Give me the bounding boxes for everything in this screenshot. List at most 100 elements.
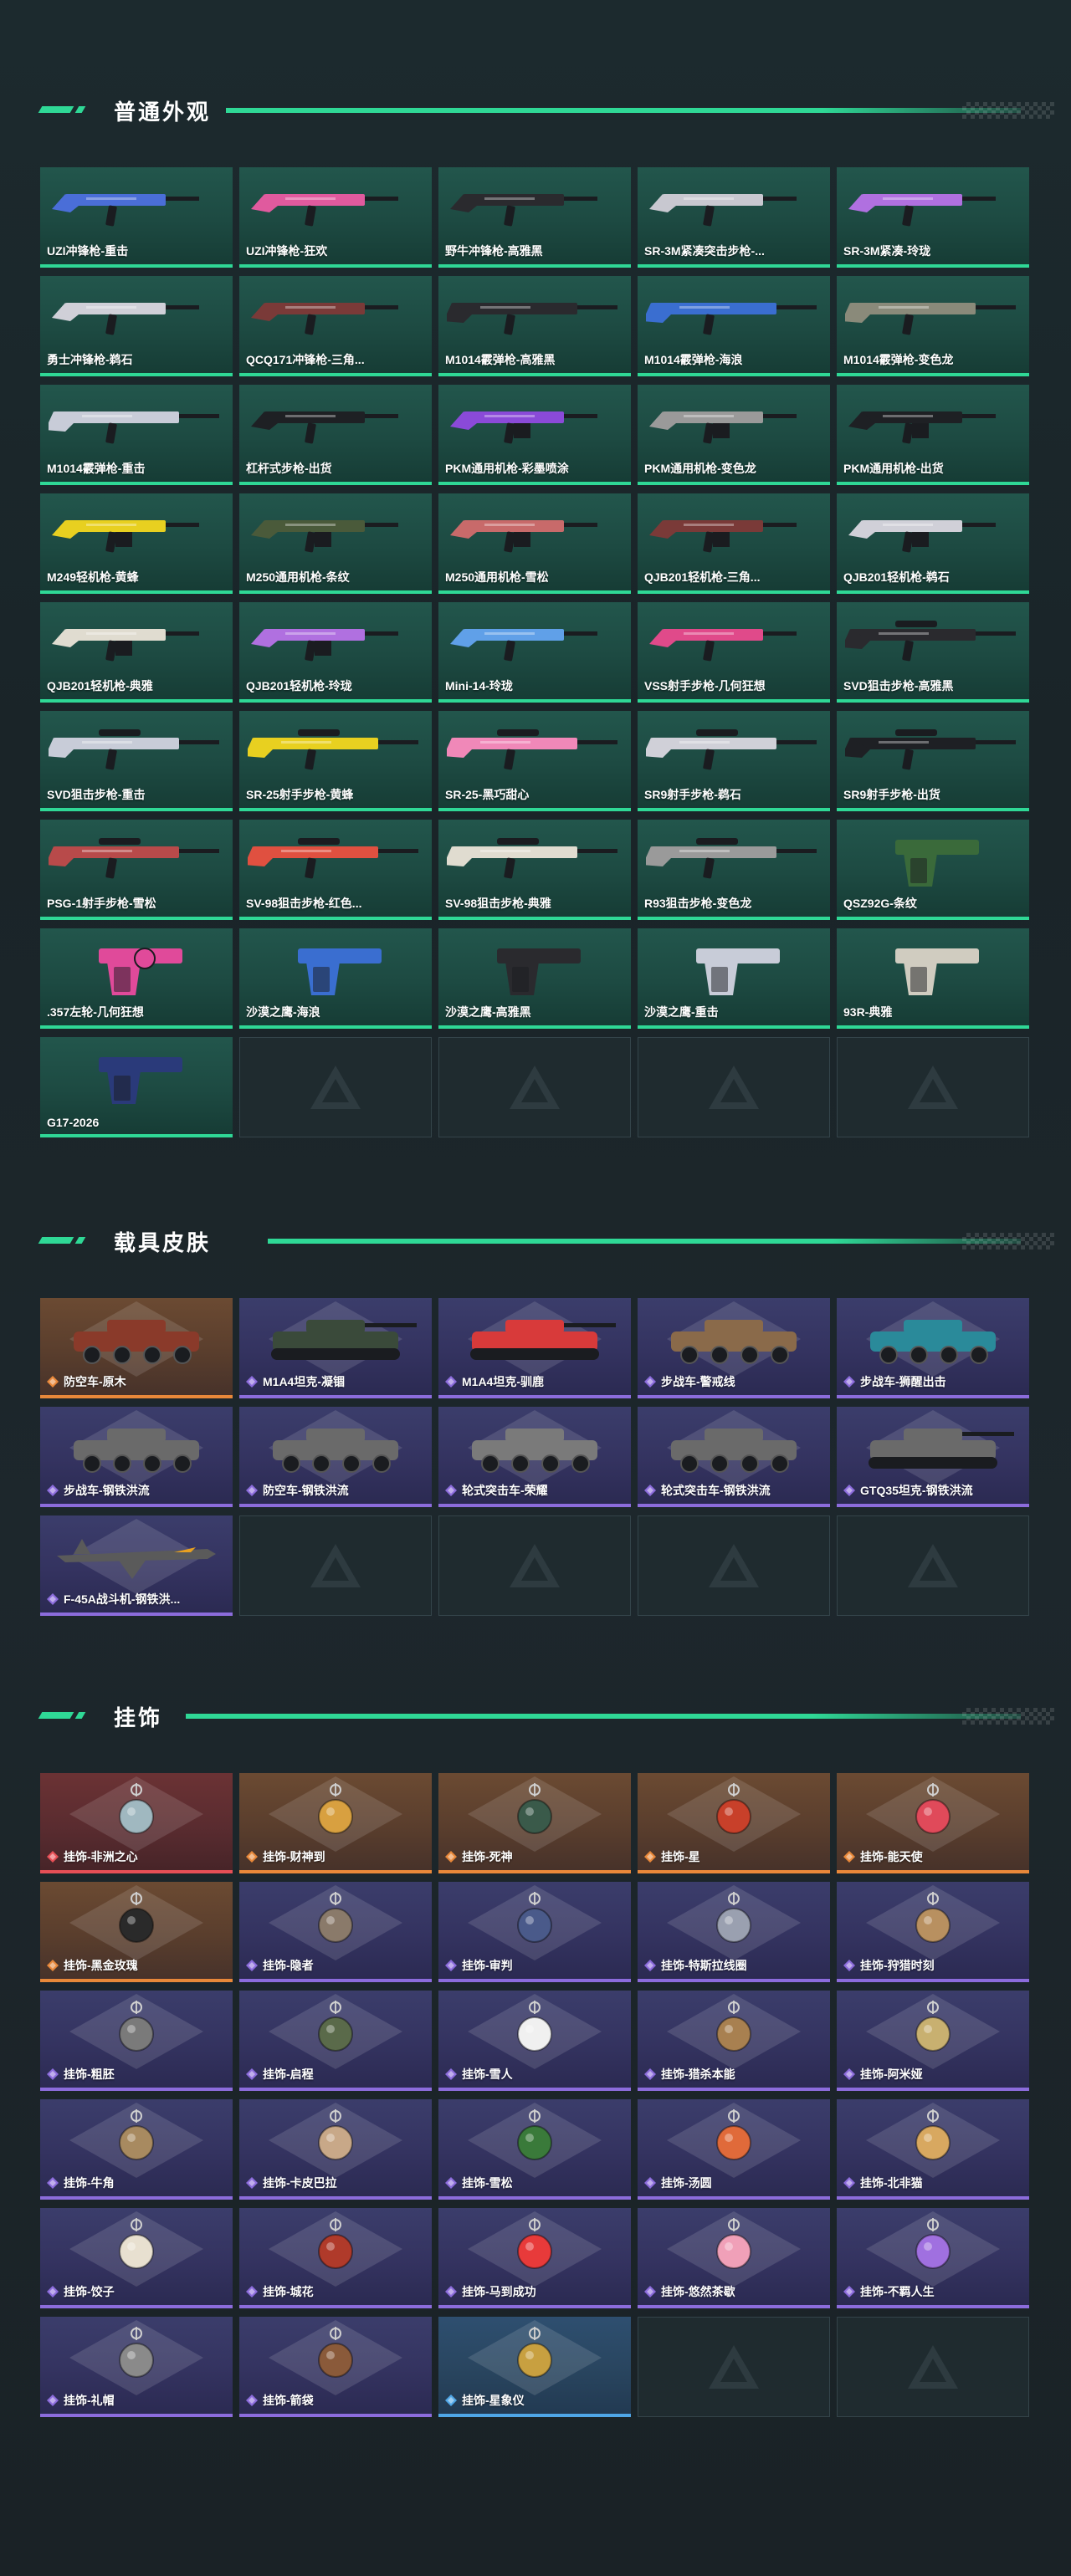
- sniper-icon: [49, 729, 219, 770]
- item-card[interactable]: 沙漠之鹰-高雅黑: [438, 928, 631, 1029]
- item-card[interactable]: QJB201轻机枪-鹈石: [837, 493, 1029, 594]
- charm-icon: [318, 1783, 353, 1834]
- item-name: 挂饰-箭袋: [263, 2394, 314, 2407]
- item-card[interactable]: 挂饰-礼帽: [40, 2317, 233, 2417]
- item-card[interactable]: SR9射手步枪-鹈石: [638, 711, 830, 811]
- item-card[interactable]: 野牛冲锋枪-高雅黑: [438, 167, 631, 268]
- item-card[interactable]: PKM通用机枪-出货: [837, 385, 1029, 485]
- item-card[interactable]: SR-3M紧凑突击步枪-...: [638, 167, 830, 268]
- item-card[interactable]: 挂饰-城花: [239, 2208, 432, 2308]
- apc-icon: [74, 1429, 199, 1473]
- item-card[interactable]: 轮式突击车-钢铁洪流: [638, 1407, 830, 1507]
- item-card[interactable]: M1014霰弹枪-海浪: [638, 276, 830, 376]
- item-card[interactable]: VSS射手步枪-几何狂想: [638, 602, 830, 703]
- item-grid: UZI冲锋枪-重击 UZI冲锋枪-狂欢 野牛冲锋枪-高雅黑 SR-3M紧凑突击步枪-.…: [40, 167, 1029, 1137]
- item-label: SV-98狙击步枪-典雅: [438, 895, 631, 912]
- item-card[interactable]: 挂饰-雪松: [438, 2099, 631, 2200]
- item-card[interactable]: QJB201轻机枪-典雅: [40, 602, 233, 703]
- item-card[interactable]: 步战车-狮醒出击: [837, 1298, 1029, 1398]
- empty-slot: [837, 2317, 1029, 2417]
- item-card[interactable]: QJB201轻机枪-玲珑: [239, 602, 432, 703]
- item-card[interactable]: 防空车-原木: [40, 1298, 233, 1398]
- item-card[interactable]: R93狙击步枪-变色龙: [638, 820, 830, 920]
- item-card[interactable]: QJB201轻机枪-三角...: [638, 493, 830, 594]
- item-card[interactable]: 挂饰-非洲之心: [40, 1773, 233, 1873]
- item-card[interactable]: 挂饰-启程: [239, 1991, 432, 2091]
- item-card[interactable]: 挂饰-牛角: [40, 2099, 233, 2200]
- item-card[interactable]: QSZ92G-条纹: [837, 820, 1029, 920]
- item-card[interactable]: 挂饰-粗胚: [40, 1991, 233, 2091]
- shotgun-icon: [646, 303, 817, 335]
- item-card[interactable]: .357左轮-几何狂想: [40, 928, 233, 1029]
- item-name: SR9射手步枪-出货: [843, 788, 940, 801]
- item-card[interactable]: 挂饰-狩猎时刻: [837, 1882, 1029, 1982]
- item-card[interactable]: SR-25射手步枪-黄蜂: [239, 711, 432, 811]
- item-card[interactable]: SVD狙击步枪-重击: [40, 711, 233, 811]
- item-label: 防空车-钢铁洪流: [239, 1482, 432, 1499]
- item-card[interactable]: 杠杆式步枪-出货: [239, 385, 432, 485]
- item-card[interactable]: M1A4坦克-凝锢: [239, 1298, 432, 1398]
- item-card[interactable]: 挂饰-死神: [438, 1773, 631, 1873]
- item-card[interactable]: GTQ35坦克-钢铁洪流: [837, 1407, 1029, 1507]
- item-card[interactable]: 挂饰-马到成功: [438, 2208, 631, 2308]
- item-card[interactable]: 沙漠之鹰-重击: [638, 928, 830, 1029]
- item-card[interactable]: F-45A战斗机-钢铁洪...: [40, 1515, 233, 1616]
- item-label: QJB201轻机枪-玲珑: [239, 677, 432, 694]
- item-card[interactable]: 挂饰-特斯拉线圈: [638, 1882, 830, 1982]
- item-card[interactable]: QCQ171冲锋枪-三角...: [239, 276, 432, 376]
- item-card[interactable]: M1014霰弹枪-高雅黑: [438, 276, 631, 376]
- item-card[interactable]: 挂饰-箭袋: [239, 2317, 432, 2417]
- item-name: 挂饰-隐者: [263, 1959, 314, 1972]
- item-card[interactable]: 挂饰-卡皮巴拉: [239, 2099, 432, 2200]
- item-card[interactable]: 挂饰-悠然茶歇: [638, 2208, 830, 2308]
- item-card[interactable]: M1014霰弹枪-重击: [40, 385, 233, 485]
- item-card[interactable]: 挂饰-雪人: [438, 1991, 631, 2091]
- item-card[interactable]: 93R-典雅: [837, 928, 1029, 1029]
- item-card[interactable]: 挂饰-黑金玫瑰: [40, 1882, 233, 1982]
- item-card[interactable]: SR-3M紧凑-玲珑: [837, 167, 1029, 268]
- item-card[interactable]: 防空车-钢铁洪流: [239, 1407, 432, 1507]
- item-card[interactable]: PKM通用机枪-彩墨喷涂: [438, 385, 631, 485]
- apc-icon: [74, 1320, 199, 1364]
- item-card[interactable]: M1A4坦克-驯鹿: [438, 1298, 631, 1398]
- item-card[interactable]: M250通用机枪-雪松: [438, 493, 631, 594]
- item-name: Mini-14-玲珑: [445, 679, 513, 693]
- item-card[interactable]: UZI冲锋枪-重击: [40, 167, 233, 268]
- item-card[interactable]: PSG-1射手步枪-雪松: [40, 820, 233, 920]
- item-card[interactable]: M1014霰弹枪-变色龙: [837, 276, 1029, 376]
- item-card[interactable]: Mini-14-玲珑: [438, 602, 631, 703]
- item-card[interactable]: SR9射手步枪-出货: [837, 711, 1029, 811]
- item-card[interactable]: 挂饰-饺子: [40, 2208, 233, 2308]
- item-card[interactable]: 挂饰-星: [638, 1773, 830, 1873]
- item-card[interactable]: M250通用机枪-条纹: [239, 493, 432, 594]
- item-card[interactable]: PKM通用机枪-变色龙: [638, 385, 830, 485]
- item-card[interactable]: G17-2026: [40, 1037, 233, 1137]
- item-card[interactable]: 挂饰-隐者: [239, 1882, 432, 1982]
- item-card[interactable]: M249轻机枪-黄蜂: [40, 493, 233, 594]
- item-name: 防空车-原木: [64, 1375, 126, 1388]
- item-card[interactable]: 挂饰-阿米娅: [837, 1991, 1029, 2091]
- item-card[interactable]: UZI冲锋枪-狂欢: [239, 167, 432, 268]
- item-name: SV-98狙击步枪-典雅: [445, 897, 551, 910]
- item-card[interactable]: 挂饰-汤圆: [638, 2099, 830, 2200]
- item-card[interactable]: SVD狙击步枪-高雅黑: [837, 602, 1029, 703]
- item-card[interactable]: SR-25-黑巧甜心: [438, 711, 631, 811]
- item-card[interactable]: 挂饰-能天使: [837, 1773, 1029, 1873]
- item-card[interactable]: 步战车-警戒线: [638, 1298, 830, 1398]
- item-card[interactable]: 沙漠之鹰-海浪: [239, 928, 432, 1029]
- jet-icon: [57, 1539, 216, 1579]
- item-card[interactable]: SV-98狙击步枪-典雅: [438, 820, 631, 920]
- item-card[interactable]: 挂饰-猎杀本能: [638, 1991, 830, 2091]
- item-card[interactable]: 挂饰-星象仪: [438, 2317, 631, 2417]
- item-card[interactable]: 挂饰-审判: [438, 1882, 631, 1982]
- item-label: 轮式突击车-荣耀: [438, 1482, 631, 1499]
- item-card[interactable]: SV-98狙击步枪-红色...: [239, 820, 432, 920]
- item-card[interactable]: 勇士冲锋枪-鹈石: [40, 276, 233, 376]
- item-card[interactable]: 挂饰-不羁人生: [837, 2208, 1029, 2308]
- item-card[interactable]: 挂饰-财神到: [239, 1773, 432, 1873]
- item-label: QSZ92G-条纹: [837, 895, 1029, 912]
- item-card[interactable]: 挂饰-北非猫: [837, 2099, 1029, 2200]
- item-card[interactable]: 轮式突击车-荣耀: [438, 1407, 631, 1507]
- item-label: 挂饰-马到成功: [438, 2283, 631, 2300]
- item-card[interactable]: 步战车-钢铁洪流: [40, 1407, 233, 1507]
